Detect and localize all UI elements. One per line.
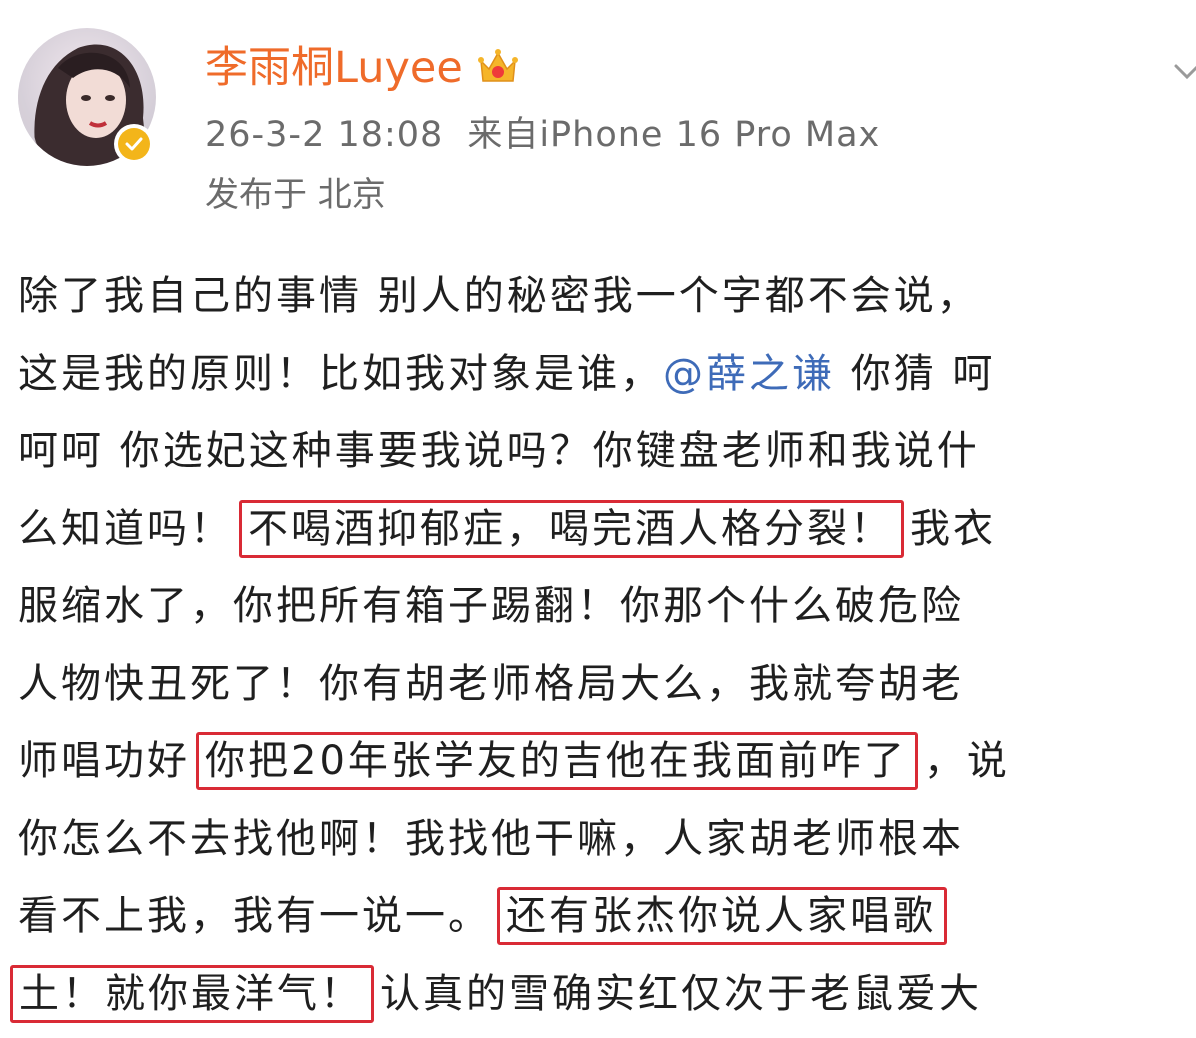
post-meta: 26-3-2 18:08 来自iPhone 16 Pro Max: [205, 110, 880, 160]
username[interactable]: 李雨桐Luyee: [205, 38, 463, 98]
post-text: 看不上我，我有一说一。: [18, 893, 491, 939]
post-line: 师唱功好 你把20年张学友的吉他在我面前咋了 ，说: [18, 723, 1196, 801]
post-text: 这是我的原则！比如我对象是谁，: [18, 350, 663, 397]
highlighted-phrase: 土！就你最洋气！: [10, 964, 374, 1023]
highlighted-phrase: 还有张杰你说人家唱歌: [497, 887, 947, 945]
post-line: 么知道吗！ 不喝酒抑郁症，喝完酒人格分裂！ 我衣: [18, 491, 1196, 569]
post-line: 人物快丑死了！你有胡老师格局大么，我就夸胡老: [18, 646, 1196, 724]
post-source: 来自iPhone 16 Pro Max: [467, 115, 881, 155]
post-location: 发布于 北京: [205, 175, 386, 215]
post-line: 呵呵 你选妃这种事要我说吗？你键盘老师和我说什: [18, 413, 1196, 491]
post-text: 人物快丑死了！你有胡老师格局大么，我就夸胡老: [18, 660, 964, 707]
post-text: 你怎么不去找他啊！我找他干嘛，人家胡老师根本: [18, 815, 964, 862]
post-body: 除了我自己的事情 别人的秘密我一个字都不会说， 这是我的原则！比如我对象是谁，@…: [10, 258, 1196, 1034]
post-text: 认真的雪确实红仅次于老鼠爱大: [380, 970, 982, 1017]
username-row: 李雨桐Luyee: [205, 38, 521, 98]
verified-badge-icon: [114, 124, 154, 164]
highlighted-phrase: 不喝酒抑郁症，喝完酒人格分裂！: [239, 499, 904, 558]
post-text: 么知道吗！: [18, 505, 233, 552]
post-line: 服缩水了，你把所有箱子踢翻！你那个什么破危险: [18, 568, 1196, 646]
mention-link[interactable]: @薛之谦: [663, 351, 835, 397]
post-text: 除了我自己的事情 别人的秘密我一个字都不会说，: [18, 273, 980, 319]
post-text: 呵呵 你选妃这种事要我说吗？你键盘老师和我说什: [18, 428, 980, 474]
timestamp: 26-3-2 18:08: [205, 115, 444, 155]
post-line: 除了我自己的事情 别人的秘密我一个字都不会说，: [18, 258, 1196, 336]
post-line: 看不上我，我有一说一。 还有张杰你说人家唱歌: [18, 878, 1196, 956]
post-text: 你猜 呵: [835, 350, 996, 397]
post-line: 这是我的原则！比如我对象是谁，@薛之谦 你猜 呵: [18, 336, 1196, 414]
chevron-down-icon[interactable]: [1172, 56, 1196, 86]
post-text: 我衣: [910, 505, 996, 552]
post-text: 师唱功好: [18, 738, 190, 784]
highlighted-phrase: 你把20年张学友的吉他在我面前咋了: [196, 732, 918, 790]
post-text: 服缩水了，你把所有箱子踢翻！你那个什么破危险: [18, 583, 964, 629]
vip-crown-icon[interactable]: [475, 45, 521, 91]
post-text: ，说: [923, 738, 1010, 784]
post-line: 土！就你最洋气！ 认真的雪确实红仅次于老鼠爱大: [10, 956, 1196, 1034]
post-line: 你怎么不去找他啊！我找他干嘛，人家胡老师根本: [18, 801, 1196, 879]
